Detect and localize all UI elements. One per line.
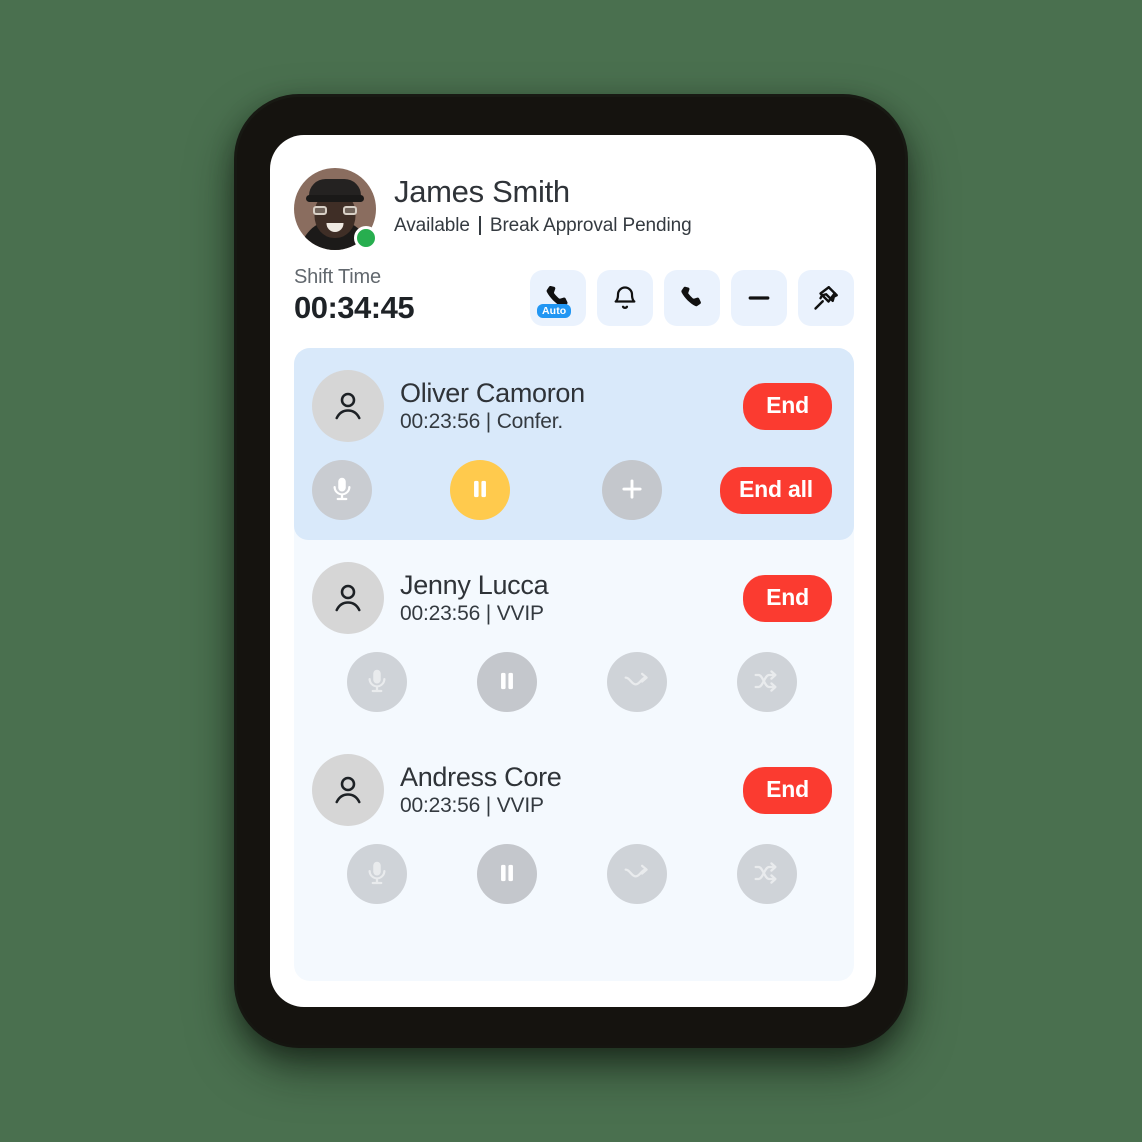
call-header: Oliver Camoron 00:23:56 | Confer. End — [312, 370, 832, 442]
pause-icon — [467, 476, 493, 505]
call-card[interactable]: Andress Core 00:23:56 | VVIP End — [294, 732, 854, 924]
phone-icon — [678, 284, 706, 312]
call-separator: | — [485, 794, 492, 818]
hold-button[interactable] — [450, 460, 510, 520]
pause-icon — [494, 860, 520, 889]
bell-icon — [611, 284, 639, 312]
dial-phone-button[interactable] — [664, 270, 720, 326]
hold-button[interactable] — [477, 844, 537, 904]
caller-avatar — [312, 754, 384, 826]
auto-badge-label: Auto — [537, 304, 572, 318]
transfer-arrow-icon — [621, 665, 653, 700]
call-header: Jenny Lucca 00:23:56 | VVIP End — [312, 562, 832, 634]
caller-avatar — [312, 562, 384, 634]
call-card-active[interactable]: Oliver Camoron 00:23:56 | Confer. End En… — [294, 348, 854, 540]
end-call-button[interactable]: End — [743, 766, 832, 814]
agent-status-line: Available Break Approval Pending — [394, 215, 692, 237]
agent-meta: James Smith Available Break Approval Pen… — [394, 168, 692, 237]
shift-time-value: 00:34:45 — [294, 290, 415, 325]
call-card[interactable]: Jenny Lucca 00:23:56 | VVIP End — [294, 540, 854, 732]
microphone-icon — [362, 666, 392, 699]
call-duration: 00:23:56 — [400, 602, 481, 626]
microphone-icon — [327, 474, 357, 507]
microphone-icon — [362, 858, 392, 891]
agent-name: James Smith — [394, 174, 570, 209]
mute-button[interactable] — [347, 652, 407, 712]
shift-and-toolbar-row: Shift Time 00:34:45 Auto — [270, 266, 876, 330]
caller-name: Oliver Camoron — [400, 377, 585, 408]
call-separator: | — [485, 602, 492, 626]
call-actions — [312, 844, 832, 904]
plus-icon — [617, 474, 647, 507]
presence-status-dot — [354, 226, 378, 250]
agent-availability-label: Available — [394, 214, 470, 236]
pin-button[interactable] — [798, 270, 854, 326]
call-tag: VVIP — [496, 794, 544, 818]
warm-transfer-button[interactable] — [607, 844, 667, 904]
toolbar: Auto — [530, 270, 854, 326]
avatar-wrapper[interactable] — [294, 168, 378, 250]
blind-transfer-button[interactable] — [737, 844, 797, 904]
pause-icon — [494, 668, 520, 697]
add-call-button[interactable] — [602, 460, 662, 520]
blind-transfer-button[interactable] — [737, 652, 797, 712]
call-header: Andress Core 00:23:56 | VVIP End — [312, 754, 832, 826]
status-divider — [478, 216, 481, 236]
shuffle-arrows-icon — [751, 665, 783, 700]
end-call-button[interactable]: End — [743, 574, 832, 622]
caller-info: Oliver Camoron 00:23:56 | Confer. — [400, 378, 727, 434]
end-all-calls-button[interactable]: End all — [719, 466, 832, 514]
caller-name: Jenny Lucca — [400, 569, 549, 600]
caller-subline: 00:23:56 | VVIP — [400, 794, 727, 818]
transfer-arrow-icon — [621, 857, 653, 892]
shift-time-block: Shift Time 00:34:45 — [294, 266, 415, 330]
call-tag: Confer. — [496, 410, 564, 434]
notification-bell-button[interactable] — [597, 270, 653, 326]
call-duration: 00:23:56 — [400, 410, 481, 434]
caller-info: Jenny Lucca 00:23:56 | VVIP — [400, 570, 727, 626]
shuffle-arrows-icon — [751, 857, 783, 892]
mute-button[interactable] — [347, 844, 407, 904]
caller-subline: 00:23:56 | VVIP — [400, 602, 727, 626]
caller-subline: 00:23:56 | Confer. — [400, 410, 727, 434]
calls-panel: Oliver Camoron 00:23:56 | Confer. End En… — [294, 348, 854, 981]
minus-icon — [744, 283, 774, 313]
caller-name: Andress Core — [400, 761, 562, 792]
caller-info: Andress Core 00:23:56 | VVIP — [400, 762, 727, 818]
warm-transfer-button[interactable] — [607, 652, 667, 712]
call-actions — [312, 652, 832, 712]
shift-time-label: Shift Time — [294, 266, 381, 288]
agent-secondary-status-label: Break Approval Pending — [489, 214, 692, 236]
minimize-button[interactable] — [731, 270, 787, 326]
auto-answer-call-button[interactable]: Auto — [530, 270, 586, 326]
caller-avatar — [312, 370, 384, 442]
end-call-button[interactable]: End — [743, 382, 832, 430]
pin-icon — [811, 283, 841, 313]
call-duration: 00:23:56 — [400, 794, 481, 818]
call-actions: End all — [312, 460, 832, 520]
call-tag: VVIP — [496, 602, 544, 626]
app-screen: James Smith Available Break Approval Pen… — [270, 135, 876, 1007]
mute-button[interactable] — [312, 460, 372, 520]
agent-header: James Smith Available Break Approval Pen… — [270, 135, 876, 250]
call-separator: | — [485, 410, 492, 434]
hold-button[interactable] — [477, 652, 537, 712]
